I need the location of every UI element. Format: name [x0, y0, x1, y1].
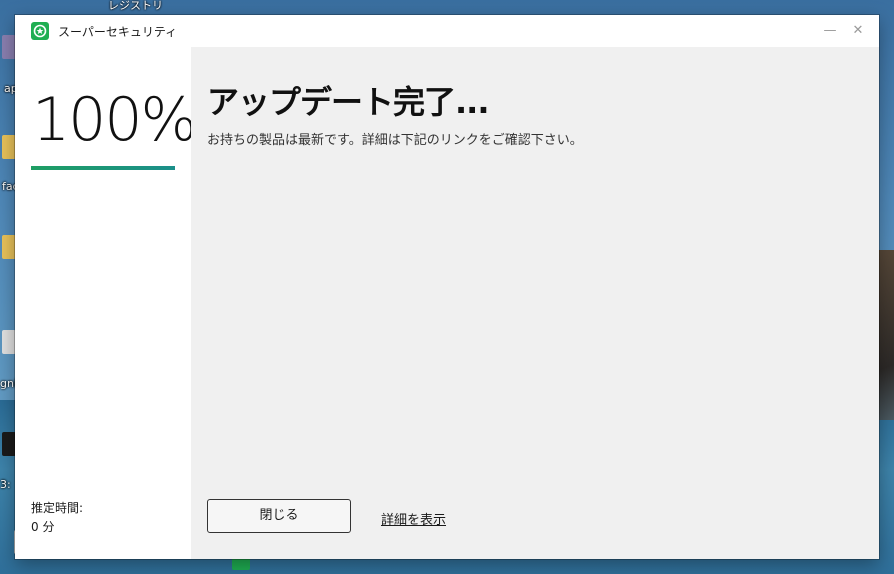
status-message: お持ちの製品は最新です。詳細は下記のリンクをご確認下さい。	[207, 133, 583, 148]
progress-sidebar: 100% 推定時間: 0 分	[15, 47, 198, 559]
eta-label: 推定時間:	[31, 501, 84, 515]
minimize-button[interactable]: —	[817, 19, 843, 43]
desktop-folder-icon[interactable]	[2, 235, 16, 259]
desktop-icon-label[interactable]: 3:	[0, 478, 11, 491]
eta-value: 0 分	[31, 520, 55, 534]
progress-bar	[31, 166, 175, 170]
desktop-file-icon[interactable]	[2, 35, 16, 59]
desktop-file-icon[interactable]	[2, 330, 16, 354]
progress-percent: 100%	[32, 85, 198, 155]
progress-bar-fill	[31, 166, 175, 170]
window-title: スーパーセキュリティ	[58, 25, 178, 39]
close-button[interactable]: 閉じる	[207, 499, 351, 533]
desktop-app-icon[interactable]	[2, 432, 16, 456]
main-content: アップデート完了... お持ちの製品は最新です。詳細は下記のリンクをご確認下さい…	[191, 47, 879, 559]
desktop-folder-icon[interactable]	[2, 135, 16, 159]
close-window-button[interactable]: ✕	[845, 19, 871, 43]
desktop-icon-label-registry[interactable]: レジストリ	[108, 0, 163, 13]
page-title: アップデート完了...	[207, 83, 489, 121]
title-bar[interactable]: スーパーセキュリティ — ✕	[15, 15, 879, 47]
app-logo-icon	[31, 22, 49, 40]
app-window: スーパーセキュリティ — ✕ 100% 推定時間: 0 分 アップデート完了..…	[15, 15, 879, 559]
show-details-link[interactable]: 詳細を表示	[381, 509, 446, 528]
